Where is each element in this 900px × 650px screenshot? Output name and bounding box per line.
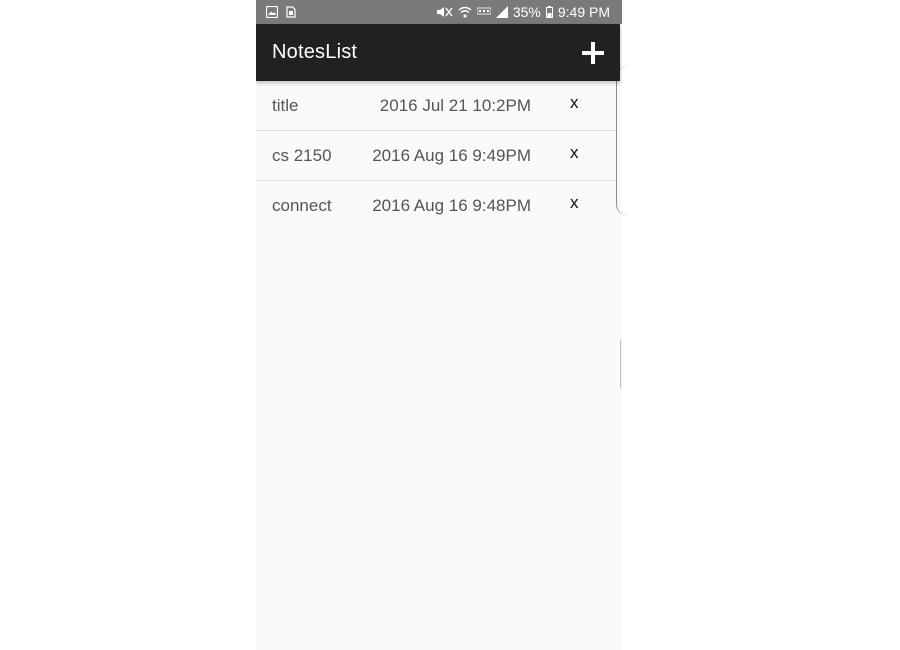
app-bar: NotesList [256,24,620,81]
dialog-edge [616,66,631,216]
note-date: 2016 Aug 16 9:49PM [372,146,531,165]
note-row[interactable]: title 2016 Jul 21 10:2PM x [256,81,616,131]
plus-icon [582,41,604,64]
edge-line [620,340,621,388]
phone-screen: 35% 9:49 PM NotesList title 2016 Jul 21 … [256,0,622,650]
mute-icon [435,6,453,18]
note-title: connect [272,196,332,215]
sim-icon [286,6,296,18]
delete-note-button[interactable]: x [570,143,579,163]
image-icon [265,5,279,19]
battery-icon [545,6,553,18]
note-date: 2016 Jul 21 10:2PM [379,96,531,115]
note-date: 2016 Aug 16 9:48PM [372,196,531,215]
note-title: cs 2150 [272,146,332,165]
app-title: NotesList [272,41,358,63]
status-bar: 35% 9:49 PM [256,0,622,24]
note-row[interactable]: cs 2150 2016 Aug 16 9:49PM x [256,131,616,181]
delete-note-button[interactable]: x [570,93,579,113]
note-row[interactable]: connect 2016 Aug 16 9:48PM x [256,181,616,230]
add-note-button[interactable] [578,38,608,68]
clock: 9:49 PM [557,4,610,20]
battery-percent: 35% [512,4,541,20]
delete-note-button[interactable]: x [570,193,579,213]
note-title: title [272,96,299,115]
signal-icon [495,6,508,18]
status-left-icons [265,5,296,19]
status-right-icons: 35% 9:49 PM [435,4,610,20]
wifi-icon [458,6,472,18]
lte-icon [476,6,492,18]
notes-list: title 2016 Jul 21 10:2PM x cs 2150 2016 … [256,81,616,230]
